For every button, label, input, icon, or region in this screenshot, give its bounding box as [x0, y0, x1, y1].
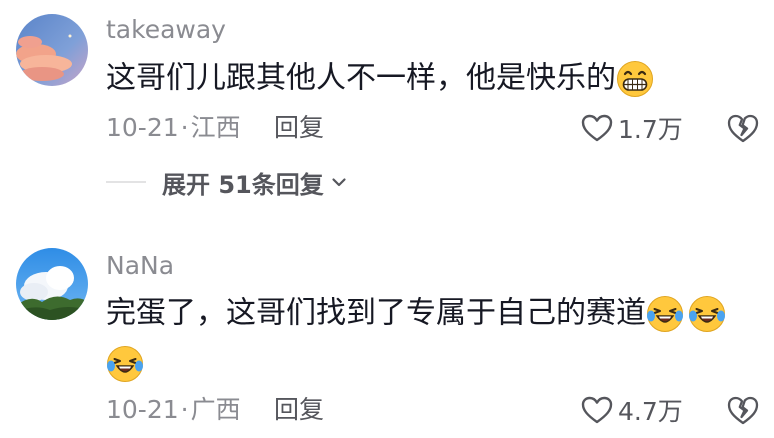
comment-body: 这哥们儿跟其他人不一样，他是快乐的: [106, 60, 616, 96]
grin-emoji: [616, 60, 654, 98]
avatar[interactable]: [16, 14, 88, 86]
comment-body: 完蛋了，这哥们找到了专属于自己的赛道: [106, 295, 646, 331]
comment-date: 10-21: [106, 395, 179, 424]
comment-location: 江西: [190, 113, 241, 142]
broken-heart-icon: [727, 114, 759, 143]
meta-separator: ·: [180, 395, 189, 424]
like-button[interactable]: 1.7万: [580, 111, 683, 145]
comment-date: 10-21: [106, 113, 179, 142]
laugh-cry-emoji: [688, 295, 726, 333]
chevron-down-icon: [332, 178, 346, 187]
reply-button[interactable]: 回复: [274, 393, 324, 427]
username[interactable]: NaNa: [106, 250, 174, 282]
dislike-button[interactable]: [726, 111, 760, 145]
comment-meta: 10-21·广西: [106, 393, 241, 427]
avatar[interactable]: [16, 248, 88, 320]
heart-outline-icon: [581, 114, 613, 142]
laugh-cry-emoji: [646, 295, 684, 333]
like-count: 1.7万: [618, 115, 683, 144]
heart-outline-icon: [581, 396, 613, 424]
like-button[interactable]: 4.7万: [580, 393, 683, 427]
comment-meta: 10-21·江西: [106, 111, 241, 145]
username[interactable]: takeaway: [106, 14, 226, 46]
comment-text: 完蛋了，这哥们找到了专属于自己的赛道: [106, 288, 746, 389]
divider-line: [106, 181, 146, 183]
laugh-cry-emoji: [106, 345, 144, 383]
broken-heart-icon: [727, 396, 759, 425]
dislike-button[interactable]: [726, 393, 760, 427]
meta-separator: ·: [180, 113, 189, 142]
expand-replies-label: 展开 51条回复: [162, 170, 324, 199]
comment-text: 这哥们儿跟其他人不一样，他是快乐的: [106, 53, 746, 104]
comment-location: 广西: [190, 395, 241, 424]
reply-button[interactable]: 回复: [274, 111, 324, 145]
expand-replies-button[interactable]: 展开 51条回复: [106, 164, 348, 200]
like-count: 4.7万: [618, 397, 683, 426]
